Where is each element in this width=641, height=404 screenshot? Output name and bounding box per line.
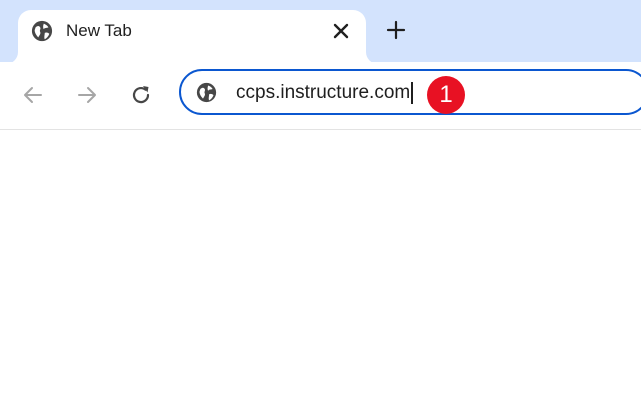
plus-icon[interactable] xyxy=(384,18,408,42)
browser-toolbar: ccps.instructure.com xyxy=(0,62,641,130)
arrow-right-icon[interactable] xyxy=(75,83,99,107)
close-icon[interactable] xyxy=(331,21,351,41)
globe-icon[interactable] xyxy=(196,82,217,103)
tab-new-tab[interactable]: New Tab xyxy=(18,10,366,64)
reload-icon[interactable] xyxy=(129,83,153,107)
address-value: ccps.instructure.com xyxy=(236,82,411,103)
address-bar[interactable]: ccps.instructure.com xyxy=(179,69,641,115)
address-input[interactable]: ccps.instructure.com xyxy=(236,82,413,104)
page-content xyxy=(0,130,641,404)
tab-title: New Tab xyxy=(66,21,132,40)
globe-icon xyxy=(31,20,53,42)
step-marker: 1 xyxy=(427,76,465,114)
text-caret xyxy=(411,82,413,104)
arrow-left-icon[interactable] xyxy=(21,83,45,107)
tab-strip: New Tab xyxy=(0,0,641,64)
